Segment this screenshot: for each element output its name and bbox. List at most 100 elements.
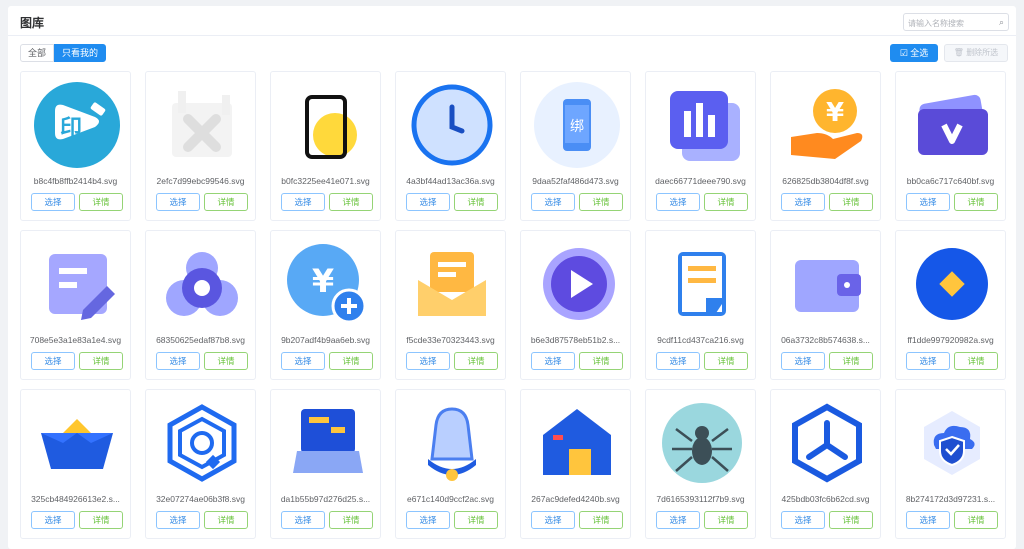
detail-button[interactable]: 详情 — [204, 352, 248, 370]
detail-button[interactable]: 详情 — [704, 193, 748, 211]
image-card[interactable]: e671c140d9ccf2ac.svg 选择 详情 — [395, 389, 506, 539]
select-button[interactable]: 选择 — [31, 193, 75, 211]
detail-button[interactable]: 详情 — [829, 352, 873, 370]
image-card[interactable]: 325cb484926613e2.s... 选择 详情 — [20, 389, 131, 539]
detail-button[interactable]: 详情 — [579, 193, 623, 211]
select-all-label: 全选 — [910, 48, 929, 58]
svg-text:绑: 绑 — [570, 119, 584, 135]
detail-button[interactable]: 详情 — [704, 511, 748, 529]
detail-button[interactable]: 详情 — [954, 511, 998, 529]
mail-open-icon — [408, 240, 496, 328]
select-button[interactable]: 选择 — [281, 193, 325, 211]
image-card[interactable]: 8b274172d3d97231.s... 选择 详情 — [895, 389, 1006, 539]
select-button[interactable]: 选择 — [156, 193, 200, 211]
detail-button[interactable]: 详情 — [79, 511, 123, 529]
select-button[interactable]: 选择 — [531, 352, 575, 370]
select-button[interactable]: 选择 — [156, 352, 200, 370]
image-card[interactable]: ¥626825db3804df8f.svg 选择 详情 — [770, 71, 881, 221]
file-name: 4a3bf44ad13ac36a.svg — [406, 176, 495, 186]
detail-button[interactable]: 详情 — [454, 511, 498, 529]
image-card[interactable]: 7d6165393112f7b9.svg 选择 详情 — [645, 389, 756, 539]
svg-text:¥: ¥ — [826, 98, 844, 128]
select-button[interactable]: 选择 — [656, 352, 700, 370]
detail-button[interactable]: 详情 — [79, 193, 123, 211]
file-name: 2efc7d99ebc99546.svg — [156, 176, 245, 186]
image-card[interactable]: ¥9b207adf4b9aa6eb.svg 选择 详情 — [270, 230, 381, 380]
detail-button[interactable]: 详情 — [954, 352, 998, 370]
bell-icon — [408, 399, 496, 487]
file-name: 32e07274ae06b3f8.svg — [156, 494, 245, 504]
detail-button[interactable]: 详情 — [579, 352, 623, 370]
detail-button[interactable]: 详情 — [204, 193, 248, 211]
yen-plus-icon: ¥ — [283, 240, 371, 328]
select-button[interactable]: 选择 — [781, 352, 825, 370]
image-card[interactable]: 708e5e3a1e83a1e4.svg 选择 详情 — [20, 230, 131, 380]
file-name: bb0ca6c717c640bf.svg — [906, 176, 995, 186]
detail-button[interactable]: 详情 — [954, 193, 998, 211]
detail-button[interactable]: 详情 — [454, 193, 498, 211]
image-card[interactable]: b0fc3225ee41e071.svg 选择 详情 — [270, 71, 381, 221]
image-card[interactable]: b6e3d87578eb51b2.s... 选择 详情 — [520, 230, 631, 380]
image-card[interactable]: 9cdf11cd437ca216.svg 选择 详情 — [645, 230, 756, 380]
select-all-button[interactable]: ☑ 全选 — [890, 44, 938, 62]
select-button[interactable]: 选择 — [781, 511, 825, 529]
file-name: 8b274172d3d97231.s... — [905, 494, 996, 504]
detail-button[interactable]: 详情 — [79, 352, 123, 370]
delete-selected-label: 删除所选 — [966, 48, 999, 57]
select-button[interactable]: 选择 — [906, 352, 950, 370]
select-button[interactable]: 选择 — [281, 352, 325, 370]
file-name: 708e5e3a1e83a1e4.svg — [29, 335, 122, 345]
image-card[interactable]: 2efc7d99ebc99546.svg 选择 详情 — [145, 71, 256, 221]
detail-button[interactable]: 详情 — [204, 511, 248, 529]
select-button[interactable]: 选择 — [906, 511, 950, 529]
detail-button[interactable]: 详情 — [329, 511, 373, 529]
document-icon — [658, 240, 746, 328]
delete-selected-button[interactable]: 🗑 删除所选 — [944, 44, 1008, 62]
select-button[interactable]: 选择 — [531, 511, 575, 529]
image-card[interactable]: daec66771deee790.svg 选择 详情 — [645, 71, 756, 221]
select-button[interactable]: 选择 — [31, 511, 75, 529]
image-card[interactable]: 32e07274ae06b3f8.svg 选择 详情 — [145, 389, 256, 539]
image-card[interactable]: f5cde33e70323443.svg 选择 详情 — [395, 230, 506, 380]
detail-button[interactable]: 详情 — [329, 193, 373, 211]
search-input[interactable]: 请输入名称搜索 ⌕ — [903, 13, 1009, 31]
image-card[interactable]: 绑 9daa52faf486d473.svg 选择 详情 — [520, 71, 631, 221]
image-card[interactable]: 4a3bf44ad13ac36a.svg 选择 详情 — [395, 71, 506, 221]
wallet-icon — [783, 240, 871, 328]
detail-button[interactable]: 详情 — [454, 352, 498, 370]
image-card[interactable]: 06a3732c8b574638.s... 选择 详情 — [770, 230, 881, 380]
image-card[interactable]: bb0ca6c717c640bf.svg 选择 详情 — [895, 71, 1006, 221]
file-name: 425bdb03fc6b62cd.svg — [781, 494, 870, 504]
select-button[interactable]: 选择 — [406, 352, 450, 370]
file-name: 06a3732c8b574638.s... — [781, 335, 870, 345]
image-card[interactable]: 425bdb03fc6b62cd.svg 选择 详情 — [770, 389, 881, 539]
select-button[interactable]: 选择 — [531, 193, 575, 211]
file-name: 9cdf11cd437ca216.svg — [657, 335, 744, 345]
tab-mine[interactable]: 只看我的 — [54, 44, 107, 62]
select-button[interactable]: 选择 — [656, 511, 700, 529]
search-icon[interactable]: ⌕ — [999, 17, 1004, 28]
image-card[interactable]: 印 b8c4fb8ffb2414b4.svg 选择 详情 — [20, 71, 131, 221]
detail-button[interactable]: 详情 — [829, 511, 873, 529]
select-button[interactable]: 选择 — [156, 511, 200, 529]
image-card[interactable]: da1b55b97d276d25.s... 选择 详情 — [270, 389, 381, 539]
detail-button[interactable]: 详情 — [329, 352, 373, 370]
file-name: ff1dde997920982a.svg — [907, 335, 994, 345]
broken-image-icon — [158, 81, 246, 169]
select-button[interactable]: 选择 — [281, 511, 325, 529]
select-button[interactable]: 选择 — [906, 193, 950, 211]
select-button[interactable]: 选择 — [781, 193, 825, 211]
select-button[interactable]: 选择 — [406, 193, 450, 211]
select-button[interactable]: 选择 — [406, 511, 450, 529]
image-card[interactable]: 267ac9defed4240b.svg 选择 详情 — [520, 389, 631, 539]
detail-button[interactable]: 详情 — [829, 193, 873, 211]
image-card[interactable]: 68350625edaf87b8.svg 选择 详情 — [145, 230, 256, 380]
detail-button[interactable]: 详情 — [704, 352, 748, 370]
tab-all[interactable]: 全部 — [20, 44, 55, 62]
select-button[interactable]: 选择 — [31, 352, 75, 370]
select-button[interactable]: 选择 — [656, 193, 700, 211]
image-card[interactable]: ff1dde997920982a.svg 选择 详情 — [895, 230, 1006, 380]
phone-bind-icon: 绑 — [533, 81, 621, 169]
detail-button[interactable]: 详情 — [579, 511, 623, 529]
page-title: 图库 — [20, 16, 45, 30]
